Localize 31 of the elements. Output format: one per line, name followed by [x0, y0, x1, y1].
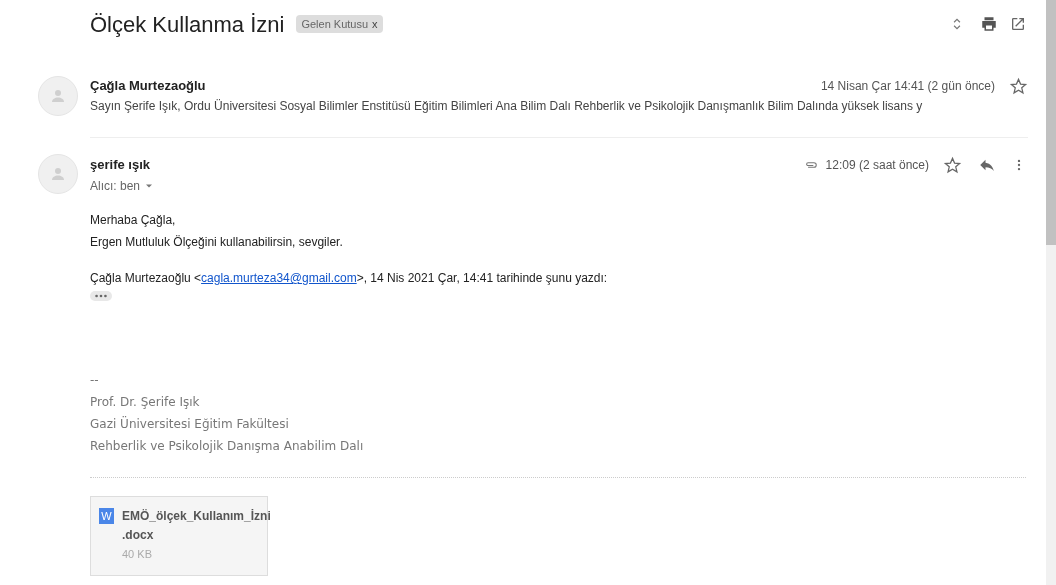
sender-name: şerife ışık — [90, 156, 150, 175]
body-text: Ergen Mutluluk Ölçeğini kullanabilirsin, sevgiler. — [90, 234, 344, 251]
email-link[interactable]: cagla.murteza34@gmail.com — [201, 271, 357, 285]
message-time: 14 Nisan Çar 14:41 (2 gün önce) — [820, 78, 995, 95]
scrollbar-thumb[interactable] — [1046, 0, 1056, 245]
attachment-size: 40 KB — [122, 547, 153, 562]
signature-text: Rehberlik ve Psikolojik Danışma Anabilim Dalı — [90, 438, 365, 455]
message-time: 12:09 (2 saat önce) — [825, 157, 929, 174]
email-subject: Ölçek Kullanma İzni — [90, 10, 285, 39]
signature-text: -- — [90, 372, 100, 389]
open-in-new-window-icon[interactable] — [1010, 16, 1026, 32]
body-text: Merhaba Çağla, — [90, 212, 177, 229]
avatar-icon — [49, 165, 67, 183]
avatar-icon — [49, 87, 67, 105]
attachment-card[interactable]: W EMÖ_ölçek_Kullanım_İzni .docx 40 KB — [90, 496, 268, 576]
signature-text: Prof. Dr. Şerife Işık — [90, 394, 201, 411]
label-text: Gelen Kutusu — [301, 16, 369, 32]
quote-header-text: Çağla Murtezaoğlu <cagla.murteza34@gmail.com>, 14 Nis 2021 Çar, 14:41 tarihinde şunu yazdı: — [90, 270, 609, 287]
star-icon[interactable] — [1009, 76, 1028, 96]
print-icon[interactable] — [980, 15, 998, 33]
recipient-text: Alıcı: ben — [90, 178, 141, 195]
show-trimmed-content-button[interactable] — [90, 291, 112, 301]
ellipsis-icon — [93, 292, 109, 300]
star-icon[interactable] — [943, 155, 962, 175]
attachment-name: .docx — [122, 527, 155, 544]
remove-label-button[interactable]: x — [372, 15, 378, 33]
word-document-icon: W — [99, 508, 114, 524]
message-snippet: Sayın Şerife Işık, Ordu Üniversitesi Sosyal Bilimler Enstitüsü Eğitim Bilimleri Ana Bilim Dalı Rehberlik ve Psikolojik Danışmanlık Bilim Dalında yüksek lisans y — [90, 98, 924, 115]
sender-name: Çağla Murtezaoğlu — [90, 77, 206, 96]
signature-text: Gazi Üniversitesi Eğitim Fakültesi — [90, 415, 290, 433]
attachment-name: EMÖ_ölçek_Kullanım_İzni — [122, 508, 271, 525]
